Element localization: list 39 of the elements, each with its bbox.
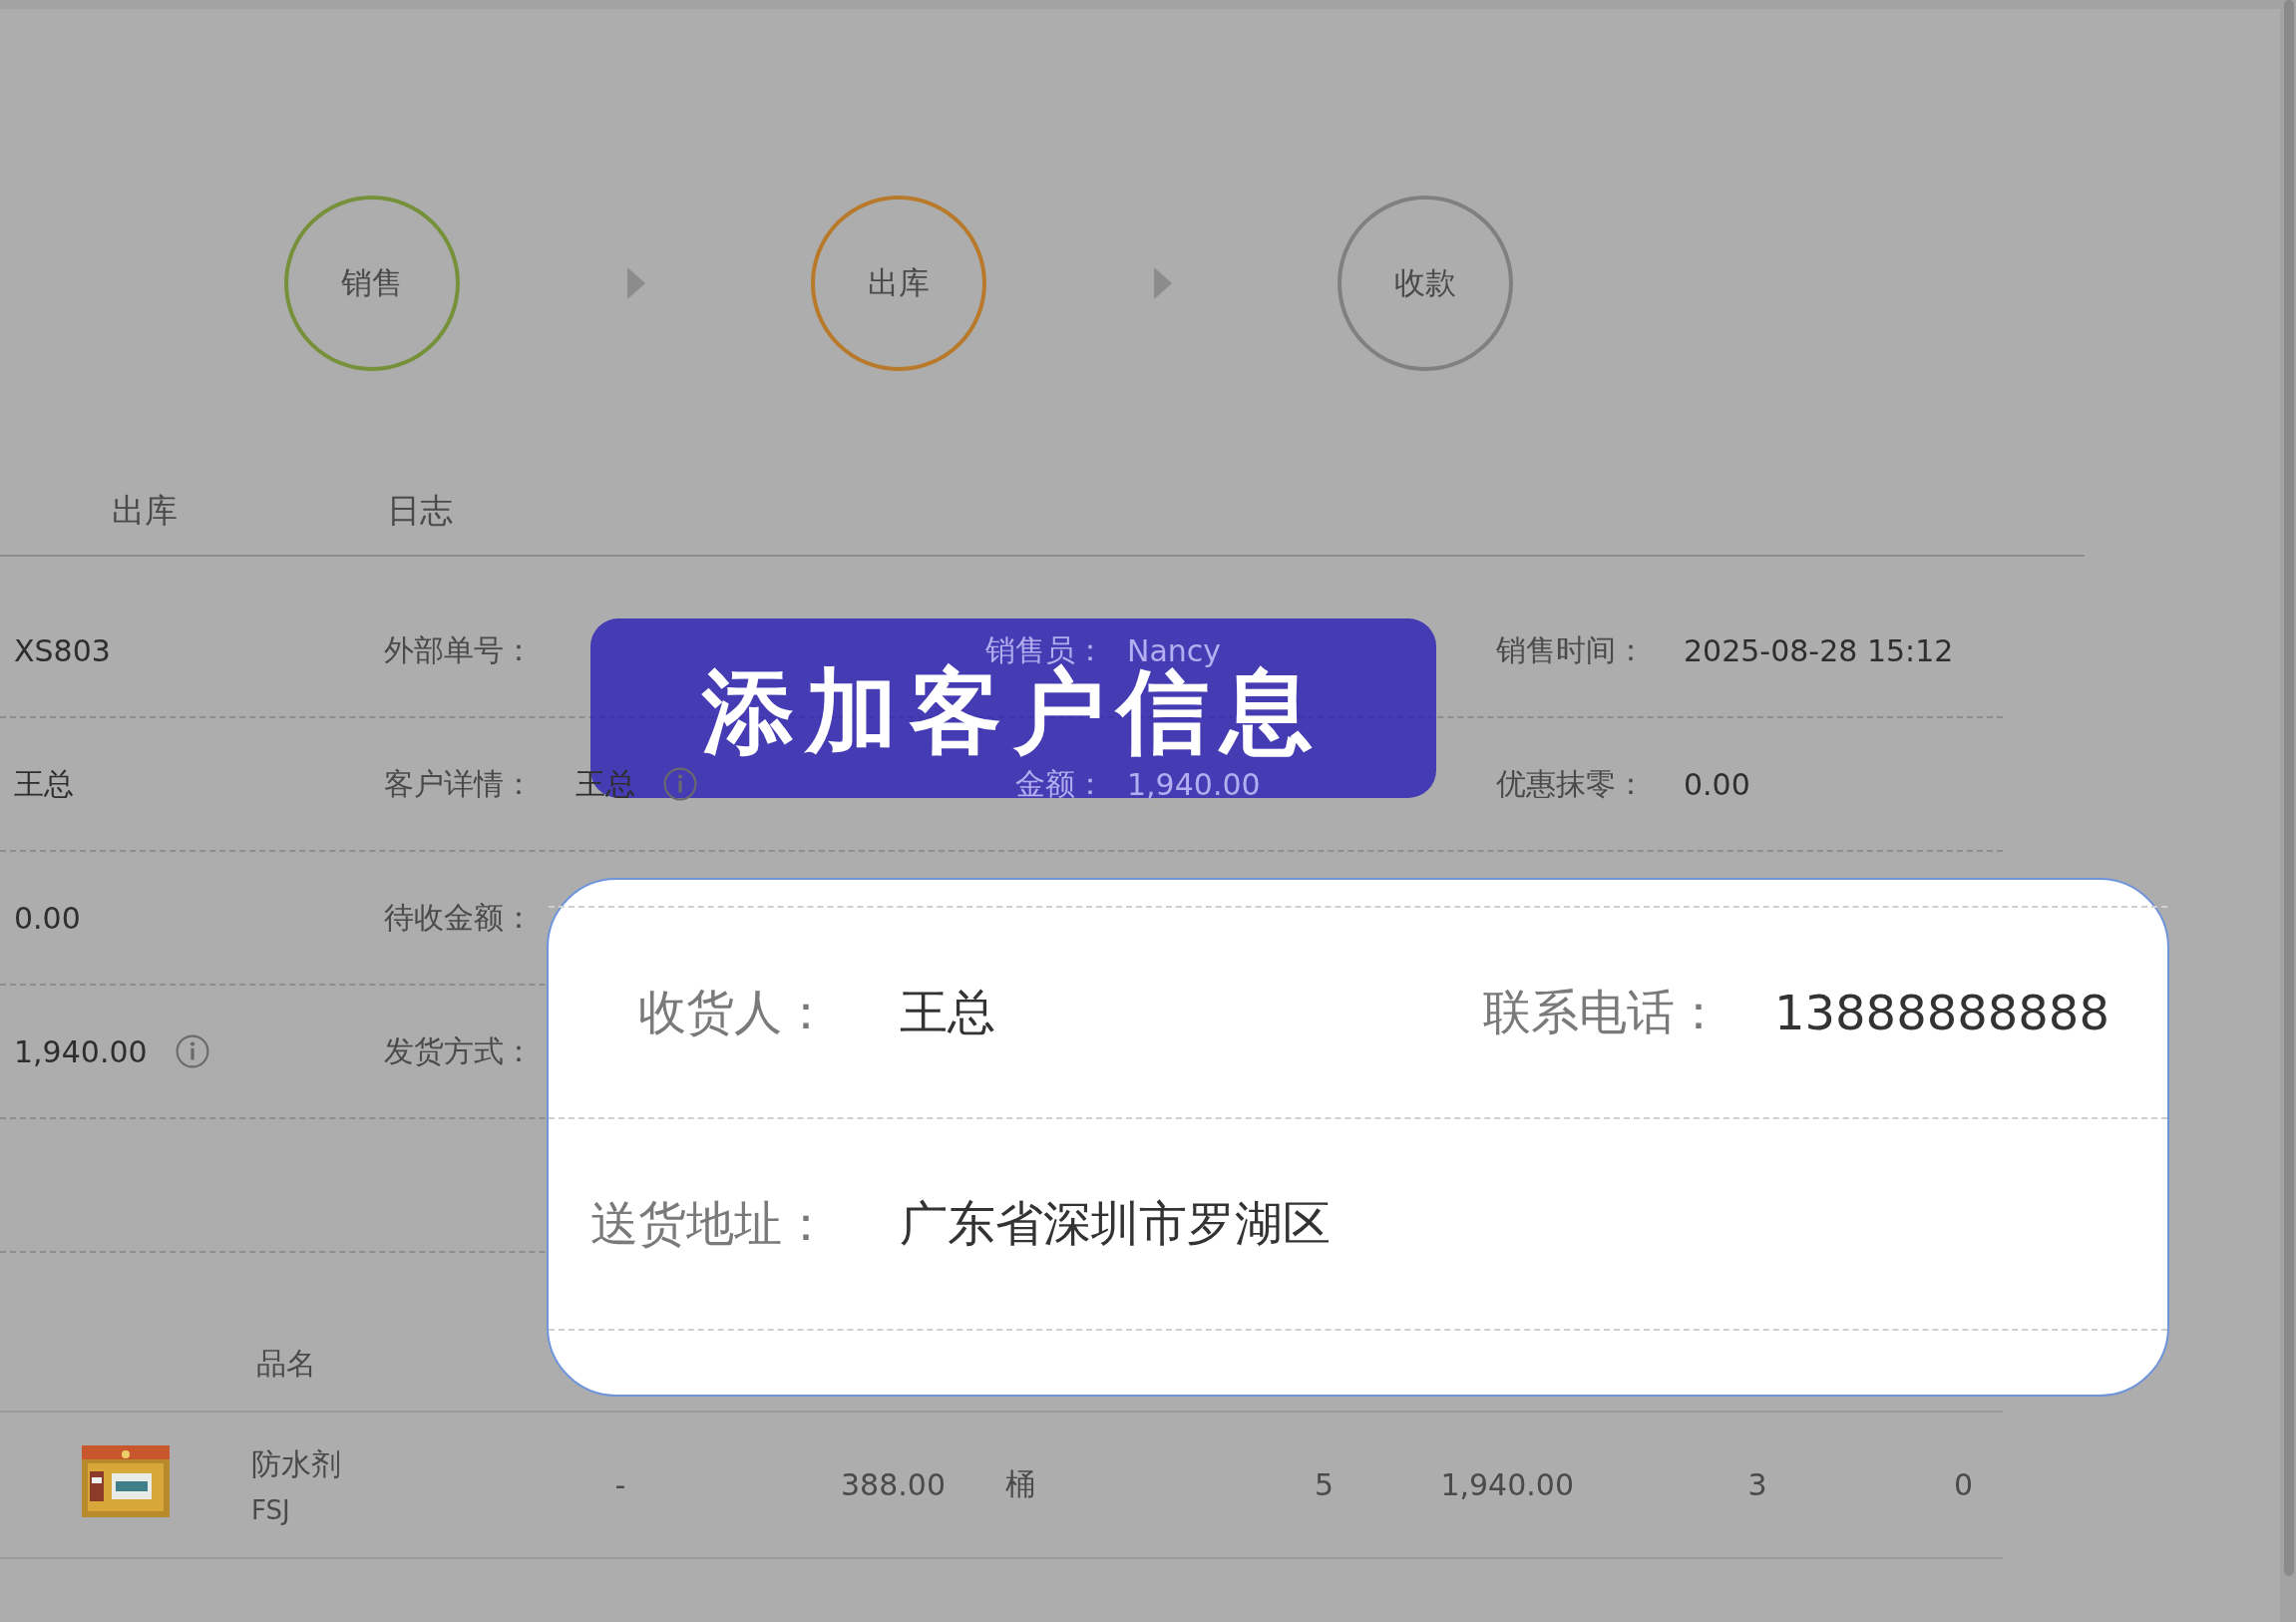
field-value: 1,940.00 <box>14 1033 148 1069</box>
field-value: 0.00 <box>14 900 81 936</box>
table-cell-text: 3 <box>1746 1467 1768 1502</box>
info-icon[interactable] <box>175 1034 209 1068</box>
field-label: 外部单号： <box>384 630 535 669</box>
column-header: 品名 <box>256 1345 316 1383</box>
field-value: 1,940.00 <box>1127 766 1261 802</box>
step-circle: 收款 <box>1338 196 1513 371</box>
table-cell-text: 5 <box>1313 1467 1334 1502</box>
table-cell-text: 388.00 <box>840 1467 946 1502</box>
arrow-icon <box>1152 267 1172 299</box>
arrow-icon <box>625 267 645 299</box>
table-cell-text: 0 <box>1952 1467 1973 1502</box>
field-value: XS803 <box>14 632 111 668</box>
field-label: 优惠抹零： <box>1496 764 1647 803</box>
scrollbar[interactable] <box>2280 0 2296 1622</box>
field-value: 广东省深圳市罗湖区 <box>900 1194 1332 1253</box>
table-cell-text: 桶 <box>1004 1465 1036 1503</box>
table-cell-text: 1,940.00 <box>1439 1467 1574 1502</box>
info-icon[interactable] <box>663 767 697 801</box>
field-label: 发货方式： <box>384 1031 535 1070</box>
tab[interactable]: 日志 <box>387 489 453 533</box>
field-value: 0.00 <box>1684 766 1750 802</box>
field-value: 王总 <box>14 764 74 803</box>
step-circle: 销售 <box>284 196 460 371</box>
table-cell-text: - <box>613 1467 627 1502</box>
field-label: 客户详情： <box>384 764 535 803</box>
field-label: 送货地址： <box>589 1194 830 1253</box>
field-label: 销售时间： <box>1496 630 1647 669</box>
field-value: 2025-08-28 15:12 <box>1684 632 1954 668</box>
field-label: 收货人： <box>637 983 830 1041</box>
product-name: 防水剂 <box>251 1445 342 1483</box>
field-value: 13888888888 <box>1774 985 2109 1040</box>
field-value: 王总 <box>900 983 996 1041</box>
field-label: 金额： <box>1014 764 1106 803</box>
step-circle: 出库 <box>811 196 986 371</box>
product-code: FSJ <box>251 1495 291 1525</box>
tab[interactable]: 出库 <box>112 489 178 533</box>
field-label: 待收金额： <box>384 898 535 937</box>
